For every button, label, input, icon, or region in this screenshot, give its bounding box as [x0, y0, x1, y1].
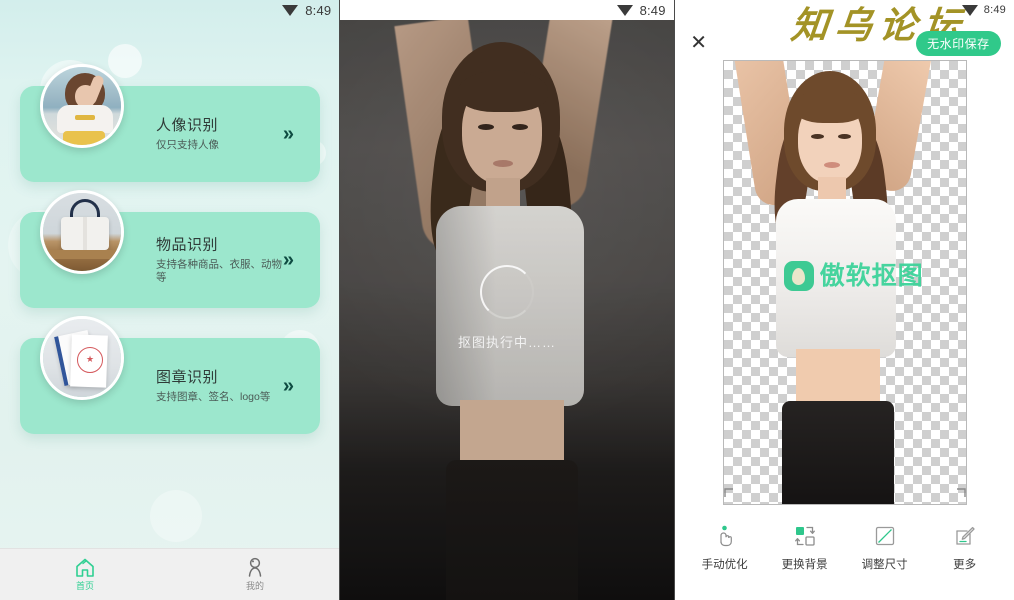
- resize-icon: [873, 524, 897, 548]
- cutout-canvas[interactable]: 傲软抠图: [722, 60, 967, 505]
- card-title: 人像识别: [156, 117, 219, 134]
- card-text-block: 图章识别 支持图章、签名、logo等: [156, 368, 286, 404]
- screenshot-root: 8:49 人像识别 仅只支持人像 » 物品识别 支持各种商品、衣服、动物等 » …: [0, 0, 1014, 600]
- user-icon: [248, 557, 262, 577]
- bokeh-decoration: [150, 490, 202, 542]
- card-text-block: 人像识别 仅只支持人像: [156, 116, 286, 152]
- handbag-thumb: [40, 190, 124, 274]
- tool-label: 更换背景: [781, 559, 828, 571]
- edit-more-icon: [953, 524, 977, 548]
- panel-home: 8:49 人像识别 仅只支持人像 » 物品识别 支持各种商品、衣服、动物等 » …: [0, 0, 340, 600]
- tool-manual-refine[interactable]: 手动优化: [689, 524, 761, 572]
- feature-card-list: 人像识别 仅只支持人像 » 物品识别 支持各种商品、衣服、动物等 » ★ 图章识…: [0, 64, 339, 464]
- card-subtitle: 仅只支持人像: [156, 139, 219, 151]
- tool-label: 手动优化: [701, 559, 748, 571]
- crop-handle-bottom-right[interactable]: [955, 486, 967, 498]
- portrait-thumb: [40, 64, 124, 148]
- status-bar-home: 8:49: [0, 0, 339, 20]
- editor-toolbar: 手动优化 更换背景 调整尺寸 更多: [674, 510, 1014, 600]
- wifi-icon: [282, 4, 299, 17]
- seal-document-thumb: ★: [40, 316, 124, 400]
- card-title: 图章识别: [156, 369, 219, 386]
- swap-background-icon: [793, 524, 817, 548]
- status-time: 8:49: [639, 2, 666, 18]
- panel-editor: ✕ 知乌论坛 无水印保存 8:49 傲软抠图 手动优化 更换背景 调整尺寸 更多: [674, 0, 1014, 600]
- chevron-right-icon[interactable]: »: [283, 250, 294, 270]
- home-icon: [76, 558, 94, 577]
- card-object-recognition[interactable]: 物品识别 支持各种商品、衣服、动物等 »: [20, 190, 320, 308]
- crop-handle-bottom-left[interactable]: [723, 486, 735, 498]
- bottom-tab-bar: 首页 我的: [0, 548, 340, 600]
- tab-label-mine: 我的: [245, 581, 264, 591]
- card-title: 物品识别: [156, 236, 219, 254]
- panel-processing: 8:49 抠图执行中……: [340, 0, 674, 600]
- status-bar-editor: 8:49: [961, 0, 1014, 20]
- sidebar-item-home[interactable]: 首页: [0, 549, 170, 600]
- aosoft-logo: [783, 261, 814, 291]
- status-time: 8:49: [983, 4, 1006, 16]
- tool-more[interactable]: 更多: [929, 524, 1001, 572]
- card-portrait-recognition[interactable]: 人像识别 仅只支持人像 »: [20, 64, 320, 182]
- tool-change-background[interactable]: 更换背景: [769, 524, 841, 572]
- card-subtitle: 支持各种商品、衣服、动物等: [156, 258, 282, 284]
- card-seal-recognition[interactable]: ★ 图章识别 支持图章、签名、logo等 »: [20, 316, 320, 434]
- hand-touch-icon: [713, 524, 737, 548]
- status-time: 8:49: [305, 2, 332, 18]
- close-icon[interactable]: ✕: [688, 32, 710, 54]
- sidebar-item-mine[interactable]: 我的: [170, 549, 339, 600]
- status-bar-processing: 8:49: [340, 0, 674, 20]
- save-button[interactable]: 无水印保存: [916, 31, 1001, 56]
- tool-label: 调整尺寸: [861, 559, 908, 571]
- tool-label: 更多: [953, 559, 977, 571]
- image-watermark-text: 傲软抠图: [819, 262, 924, 290]
- chevron-right-icon[interactable]: »: [283, 124, 294, 144]
- loading-spinner: [480, 265, 534, 319]
- processing-status-text: 抠图执行中……: [457, 335, 556, 350]
- chevron-right-icon[interactable]: »: [283, 376, 294, 396]
- card-text-block: 物品识别 支持各种商品、衣服、动物等: [156, 236, 286, 285]
- wifi-icon: [616, 4, 634, 17]
- wifi-icon: [961, 4, 979, 17]
- card-subtitle: 支持图章、签名、logo等: [156, 391, 271, 403]
- tab-label-home: 首页: [75, 581, 94, 591]
- tool-resize[interactable]: 调整尺寸: [849, 524, 921, 572]
